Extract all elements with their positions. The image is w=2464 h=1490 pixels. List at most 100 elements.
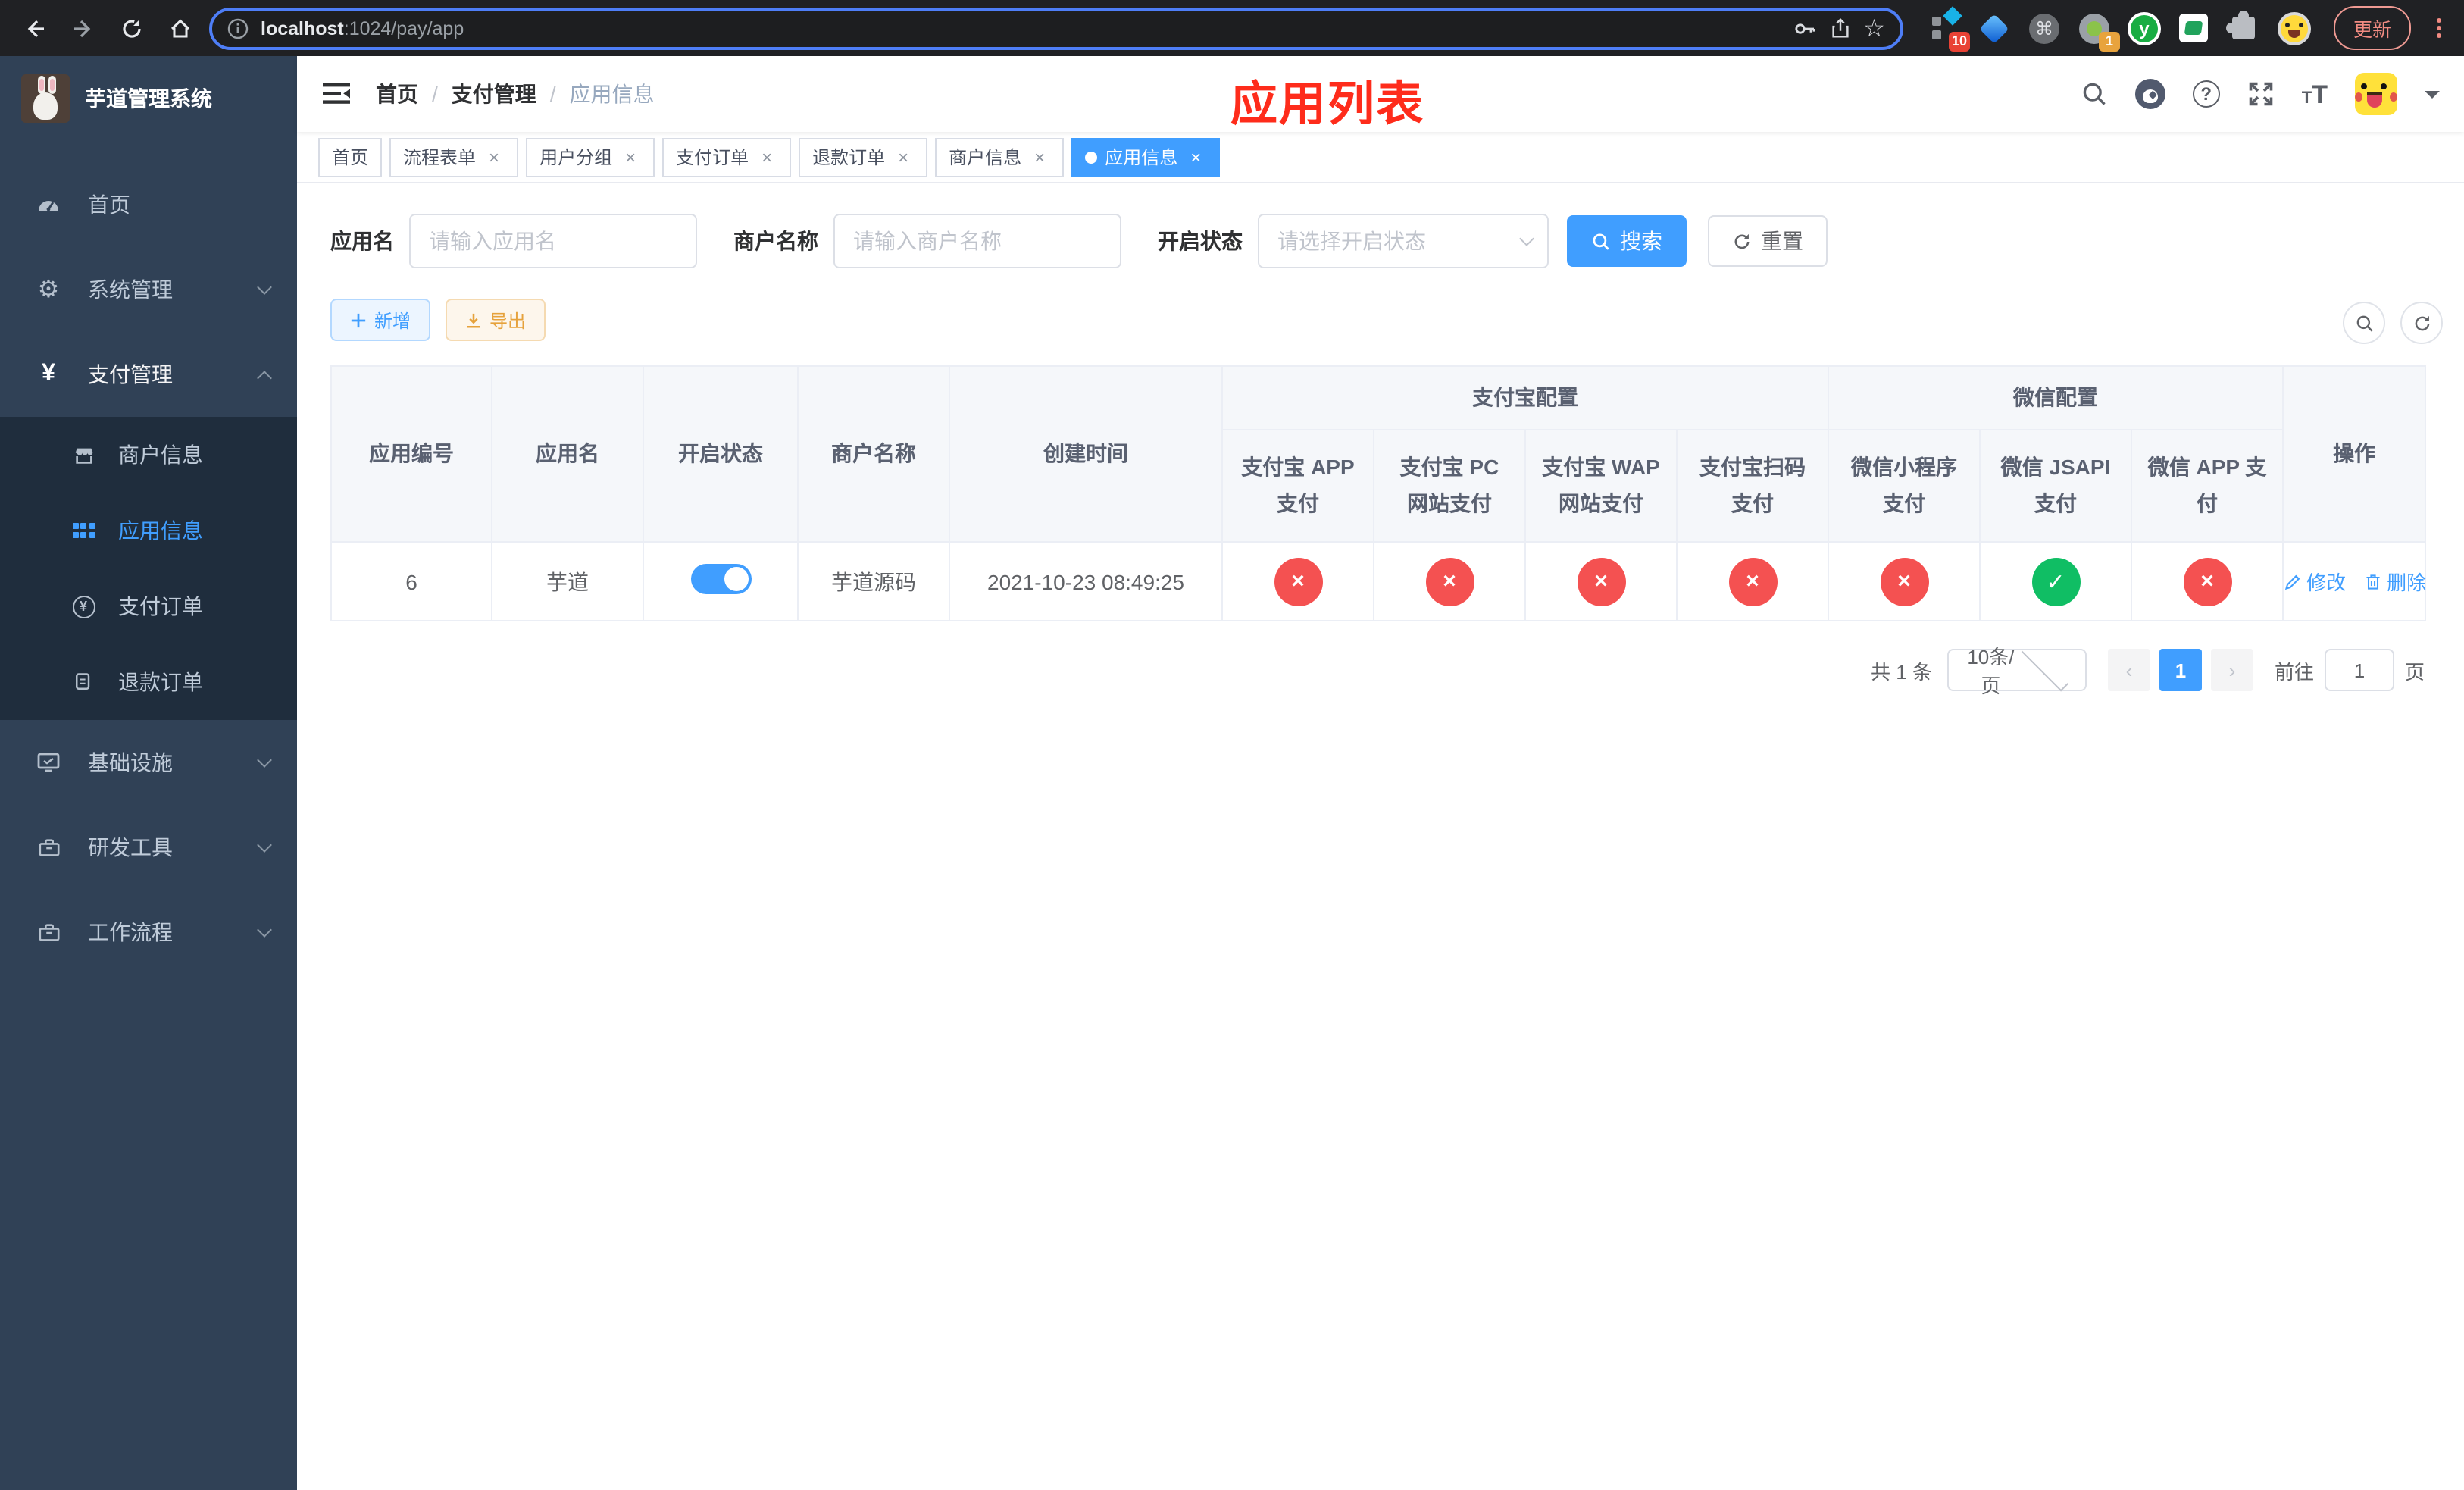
close-icon[interactable]: × (893, 146, 914, 167)
sidebar-item-pay-order[interactable]: ¥ 支付订单 (0, 568, 297, 644)
filter-form: 应用名 商户名称 开启状态 请选择开启状态 搜索 重置 (330, 214, 2425, 268)
col-app-name: 应用名 (491, 365, 644, 543)
browser-reload-button[interactable] (112, 8, 152, 48)
close-icon[interactable]: × (1029, 146, 1050, 167)
col-alipay-pc: 支付宝 PC 网站支付 (1373, 429, 1526, 543)
add-button[interactable]: 新增 (330, 299, 431, 341)
chrome-update-button[interactable]: 更新 (2333, 6, 2411, 50)
share-icon[interactable] (1828, 17, 1851, 39)
password-key-icon[interactable] (1792, 16, 1816, 40)
wx-jsapi-status-icon: ✓ (2031, 557, 2080, 606)
alipay-pc-status-icon: × (1425, 557, 1474, 606)
tab-user-group[interactable]: 用户分组 × (526, 137, 655, 177)
chevron-down-icon (257, 837, 272, 853)
export-button[interactable]: 导出 (446, 299, 546, 341)
profile-avatar-icon[interactable] (2277, 11, 2311, 45)
breadcrumb-home[interactable]: 首页 (376, 79, 418, 109)
tab-home[interactable]: 首页 (318, 137, 383, 177)
text-size-icon[interactable]: TT (2302, 81, 2328, 107)
extension-y-icon[interactable]: y (2127, 11, 2161, 45)
extensions-puzzle-icon[interactable] (2226, 11, 2261, 45)
breadcrumb-payment[interactable]: 支付管理 (452, 79, 536, 109)
sidebar-item-system[interactable]: ⚙ 系统管理 (0, 247, 297, 332)
app-logo-row[interactable]: 芋道管理系统 (0, 56, 297, 141)
extension-recorder-icon[interactable]: 1 (2078, 11, 2120, 51)
extension-gem-icon[interactable] (1978, 11, 2011, 45)
page-size-select[interactable]: 10条/页 (1946, 644, 2087, 697)
store-icon (67, 443, 100, 466)
sidebar-item-workflow[interactable]: 工作流程 (0, 890, 297, 975)
page-content: 应用名 商户名称 开启状态 请选择开启状态 搜索 重置 (297, 183, 2464, 1490)
col-created: 创建时间 (949, 365, 1223, 543)
briefcase-icon (30, 921, 67, 944)
tab-pay-order[interactable]: 支付订单 × (662, 137, 792, 177)
yen-icon: ¥ (42, 361, 55, 387)
refresh-table-button[interactable] (2400, 302, 2443, 344)
alipay-wap-status-icon: × (1577, 557, 1625, 606)
url-text[interactable]: localhost:1024/pay/app (261, 17, 1780, 39)
table-row: 6 芋道 芋道源码 2021-10-23 08:49:25 × × × × × … (330, 541, 2426, 621)
help-icon[interactable]: ? (2192, 80, 2220, 108)
reset-button[interactable]: 重置 (1708, 215, 1828, 267)
chrome-menu-icon[interactable] (2428, 15, 2449, 41)
close-icon[interactable]: × (620, 146, 641, 167)
payment-submenu: 商户信息 应用信息 ¥ 支付订单 退款订单 (0, 417, 297, 720)
search-button[interactable]: 搜索 (1567, 215, 1687, 267)
close-icon[interactable]: × (1185, 146, 1206, 167)
bookmark-star-icon[interactable]: ☆ (1863, 13, 1885, 43)
avatar-dropdown-caret[interactable] (2425, 90, 2440, 105)
close-icon[interactable]: × (756, 146, 777, 167)
page-number-button[interactable]: 1 (2159, 649, 2202, 691)
sidebar-item-app-info[interactable]: 应用信息 (0, 493, 297, 568)
extension-apps-icon[interactable]: 10 (1928, 5, 1970, 51)
search-icon[interactable] (2081, 80, 2108, 108)
browser-back-button[interactable] (15, 8, 55, 48)
edit-link[interactable]: 修改 (2284, 567, 2346, 596)
user-avatar[interactable] (2355, 73, 2397, 115)
close-icon[interactable]: × (483, 146, 505, 167)
cell-app-id: 6 (330, 541, 492, 621)
browser-home-button[interactable] (161, 8, 200, 48)
tab-refund-order[interactable]: 退款订单 × (799, 137, 928, 177)
tags-view: 首页 流程表单 × 用户分组 × 支付订单 × 退款订单 × 商户信息 × 应用信息 × (297, 132, 2464, 183)
sidebar-item-merchant-info[interactable]: 商户信息 (0, 417, 297, 493)
col-actions: 操作 (2282, 365, 2427, 543)
merchant-name-input[interactable] (833, 214, 1121, 268)
tab-app-info[interactable]: 应用信息 × (1071, 137, 1221, 177)
top-navbar: 首页 / 支付管理 / 应用信息 ? TT 应用列表 (297, 56, 2464, 132)
document-icon (67, 671, 100, 693)
sidebar-item-home[interactable]: 首页 (0, 162, 297, 247)
app-name-input[interactable] (409, 214, 697, 268)
status-select[interactable]: 请选择开启状态 (1258, 214, 1549, 268)
goto-label: 前往 (2274, 660, 2314, 683)
goto-page-input[interactable] (2324, 649, 2394, 691)
sidebar: 芋道管理系统 首页 ⚙ 系统管理 ¥ 支付管理 商户信息 应用信息 ¥ 支付订单… (0, 56, 297, 1490)
extension-chat-icon[interactable] (2178, 11, 2211, 45)
col-alipay-app: 支付宝 APP 支付 (1221, 429, 1374, 543)
sidebar-item-devtools[interactable]: 研发工具 (0, 805, 297, 890)
browser-forward-button[interactable] (64, 8, 103, 48)
fullscreen-icon[interactable] (2247, 80, 2275, 108)
chevron-down-icon (1519, 231, 1534, 246)
sidebar-item-refund-order[interactable]: 退款订单 (0, 644, 297, 720)
delete-link[interactable]: 删除 (2364, 567, 2426, 596)
site-info-icon[interactable] (227, 17, 249, 39)
sidebar-item-infra[interactable]: 基础设施 (0, 720, 297, 805)
alipay-qr-status-icon: × (1728, 557, 1777, 606)
extension-icons: 10 ⌘ 1 y 更新 (1928, 5, 2449, 51)
table-grid-icon (67, 523, 100, 538)
address-bar[interactable]: localhost:1024/pay/app ☆ (209, 7, 1903, 49)
sidebar-item-payment[interactable]: ¥ 支付管理 (0, 332, 297, 417)
github-icon[interactable] (2134, 79, 2165, 109)
tab-merchant-info[interactable]: 商户信息 × (935, 137, 1065, 177)
tab-process-form[interactable]: 流程表单 × (389, 137, 519, 177)
prev-page-button[interactable]: ‹ (2107, 649, 2150, 691)
show-search-toggle-button[interactable] (2343, 302, 2385, 344)
next-page-button[interactable]: › (2210, 649, 2253, 691)
status-toggle[interactable] (690, 564, 751, 594)
active-dot (1085, 151, 1098, 163)
sidebar-fold-icon[interactable] (321, 80, 352, 108)
extension-command-icon[interactable]: ⌘ (2028, 11, 2061, 45)
col-merchant: 商户名称 (797, 365, 950, 543)
merchant-name-label: 商户名称 (733, 229, 818, 253)
